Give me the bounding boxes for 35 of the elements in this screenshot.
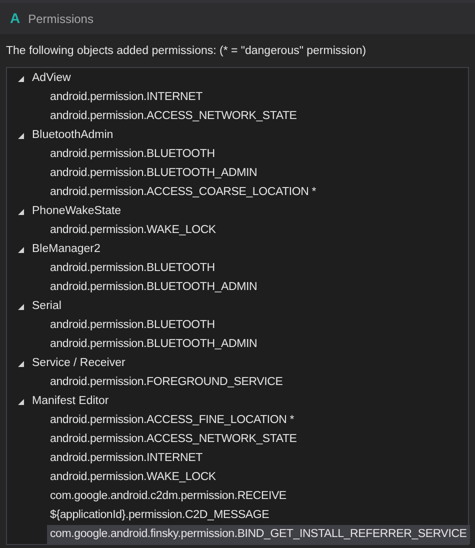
tree-group-label[interactable]: PhoneWakeState [32,202,122,220]
permission-item[interactable]: android.permission.ACCESS_NETWORK_STATE [47,430,300,449]
permission-item[interactable]: ${applicationId}.permission.C2D_MESSAGE [47,506,272,525]
permission-item[interactable]: android.permission.BLUETOOTH [47,259,218,278]
collapse-caret-icon[interactable] [17,398,25,406]
tree-group-label[interactable]: Serial [32,298,62,316]
permission-item[interactable]: android.permission.INTERNET [47,88,206,107]
collapse-caret-icon[interactable] [17,208,25,216]
collapse-caret-icon[interactable] [17,360,25,368]
permission-item[interactable]: android.permission.ACCESS_COARSE_LOCATION * [47,183,320,202]
collapse-caret-icon[interactable] [17,74,25,82]
permission-item[interactable]: android.permission.BLUETOOTH_ADMIN [47,278,260,297]
permission-item[interactable]: com.google.android.finsky.permission.BIND_GET_INSTALL_REFERRER_SERVICE [47,525,470,544]
permission-item[interactable]: com.google.android.c2dm.permission.RECEIVE [47,487,290,506]
permission-item[interactable]: android.permission.BLUETOOTH [47,145,218,164]
permission-item[interactable]: android.permission.ACCESS_NETWORK_STATE [47,107,300,126]
window-title: Permissions [28,10,94,28]
description-text: The following objects added permissions: (* = "dangerous" permission) [6,45,366,57]
permission-item[interactable]: android.permission.WAKE_LOCK [47,221,219,240]
permission-item[interactable]: android.permission.WAKE_LOCK [47,468,219,487]
permission-item[interactable]: android.permission.BLUETOOTH [47,316,218,335]
tree-group-label[interactable]: BluetoothAdmin [32,126,114,144]
permission-item[interactable]: android.permission.FOREGROUND_SERVICE [47,373,286,392]
permission-item[interactable]: android.permission.BLUETOOTH_ADMIN [47,335,260,354]
collapse-caret-icon[interactable] [17,132,25,140]
collapse-caret-icon[interactable] [17,246,25,254]
permission-item[interactable]: android.permission.INTERNET [47,449,206,468]
app-logo: A [10,9,20,28]
collapse-caret-icon[interactable] [17,302,25,310]
permission-item[interactable]: android.permission.BLUETOOTH_ADMIN [47,164,260,183]
tree-group-label[interactable]: Manifest Editor [32,392,109,410]
tree-group-label[interactable]: BleManager2 [32,240,100,258]
tree-group-label[interactable]: AdView [32,70,71,88]
tree-group-label[interactable]: Service / Receiver [32,354,126,372]
permission-item[interactable]: android.permission.ACCESS_FINE_LOCATION * [47,411,298,430]
